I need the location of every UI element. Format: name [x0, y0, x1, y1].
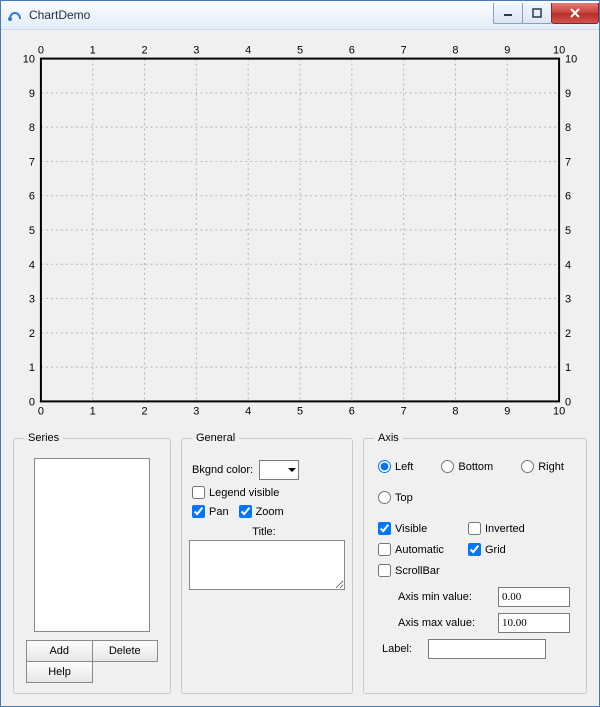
bkgnd-color-label: Bkgnd color: — [192, 464, 253, 476]
chart-canvas[interactable]: 0011223344556677889910100011223344556677… — [13, 40, 587, 420]
axis-bottom-radio[interactable]: Bottom — [441, 460, 493, 473]
axis-min-label: Axis min value: — [398, 591, 492, 603]
control-panels: Series Add Delete Help General Bkgnd col… — [13, 432, 587, 694]
svg-text:7: 7 — [401, 45, 407, 57]
svg-text:6: 6 — [565, 191, 571, 203]
axis-right-radio[interactable]: Right — [521, 460, 564, 473]
svg-text:10: 10 — [553, 45, 565, 57]
svg-text:8: 8 — [452, 405, 458, 417]
svg-text:10: 10 — [23, 54, 35, 66]
svg-text:4: 4 — [245, 405, 251, 417]
titlebar[interactable]: ChartDemo — [1, 1, 599, 30]
title-label: Title: — [252, 526, 275, 538]
axis-group: Axis Left Bottom Right Top Visible Inver… — [363, 432, 587, 694]
svg-text:5: 5 — [297, 45, 303, 57]
svg-text:7: 7 — [565, 156, 571, 168]
bkgnd-color-combo[interactable] — [259, 460, 299, 480]
series-group: Series Add Delete Help — [13, 432, 171, 694]
app-window: ChartDemo 001122334455667788991010001122… — [0, 0, 600, 707]
svg-text:9: 9 — [29, 88, 35, 100]
axis-label-label: Label: — [382, 643, 422, 655]
series-legend: Series — [24, 432, 63, 444]
maximize-button[interactable] — [522, 3, 552, 24]
svg-text:0: 0 — [565, 396, 571, 408]
title-input[interactable] — [189, 540, 345, 590]
svg-text:0: 0 — [38, 45, 44, 57]
svg-text:8: 8 — [565, 122, 571, 134]
svg-text:5: 5 — [29, 225, 35, 237]
delete-button[interactable]: Delete — [92, 640, 159, 662]
svg-text:0: 0 — [29, 396, 35, 408]
axis-max-label: Axis max value: — [398, 617, 492, 629]
svg-text:3: 3 — [29, 294, 35, 306]
pan-checkbox[interactable]: Pan — [192, 505, 229, 518]
svg-text:4: 4 — [29, 259, 35, 271]
svg-text:9: 9 — [565, 88, 571, 100]
add-button[interactable]: Add — [26, 640, 93, 662]
svg-text:6: 6 — [29, 191, 35, 203]
svg-text:2: 2 — [565, 328, 571, 340]
close-button[interactable] — [551, 3, 599, 24]
svg-text:5: 5 — [297, 405, 303, 417]
svg-text:10: 10 — [553, 405, 565, 417]
svg-text:10: 10 — [565, 54, 577, 66]
axis-scrollbar-checkbox[interactable]: ScrollBar — [378, 564, 450, 577]
svg-text:3: 3 — [193, 45, 199, 57]
svg-text:3: 3 — [193, 405, 199, 417]
axis-automatic-checkbox[interactable]: Automatic — [378, 543, 450, 556]
svg-text:6: 6 — [349, 405, 355, 417]
axis-top-radio[interactable]: Top — [378, 491, 413, 504]
svg-text:4: 4 — [245, 45, 251, 57]
svg-text:9: 9 — [504, 45, 510, 57]
axis-legend: Axis — [374, 432, 403, 444]
axis-max-input[interactable] — [498, 613, 570, 633]
svg-text:1: 1 — [90, 405, 96, 417]
svg-text:7: 7 — [29, 156, 35, 168]
svg-text:7: 7 — [401, 405, 407, 417]
axis-min-input[interactable] — [498, 587, 570, 607]
svg-text:0: 0 — [38, 405, 44, 417]
svg-text:4: 4 — [565, 259, 571, 271]
svg-text:9: 9 — [504, 405, 510, 417]
app-icon — [7, 7, 23, 23]
axis-left-radio[interactable]: Left — [378, 460, 413, 473]
minimize-button[interactable] — [493, 3, 523, 24]
svg-text:2: 2 — [29, 328, 35, 340]
general-group: General Bkgnd color: Legend visible Pan … — [181, 432, 353, 694]
svg-text:5: 5 — [565, 225, 571, 237]
svg-text:2: 2 — [141, 45, 147, 57]
legend-visible-checkbox[interactable]: Legend visible — [192, 486, 279, 499]
axis-visible-checkbox[interactable]: Visible — [378, 522, 450, 535]
chart[interactable]: 0011223344556677889910100011223344556677… — [13, 40, 587, 420]
svg-text:2: 2 — [141, 405, 147, 417]
svg-text:1: 1 — [565, 362, 571, 374]
axis-inverted-checkbox[interactable]: Inverted — [468, 522, 540, 535]
zoom-checkbox[interactable]: Zoom — [239, 505, 284, 518]
series-listbox[interactable] — [34, 458, 150, 632]
axis-label-input[interactable] — [428, 639, 546, 659]
window-buttons — [494, 3, 599, 23]
client-area: 0011223344556677889910100011223344556677… — [1, 30, 599, 706]
window-title: ChartDemo — [29, 8, 494, 22]
chevron-down-icon — [288, 468, 296, 472]
svg-text:6: 6 — [349, 45, 355, 57]
svg-text:1: 1 — [29, 362, 35, 374]
general-legend: General — [192, 432, 239, 444]
help-button[interactable]: Help — [26, 661, 93, 683]
axis-grid-checkbox[interactable]: Grid — [468, 543, 540, 556]
svg-text:8: 8 — [29, 122, 35, 134]
svg-text:1: 1 — [90, 45, 96, 57]
svg-text:8: 8 — [452, 45, 458, 57]
svg-text:3: 3 — [565, 294, 571, 306]
